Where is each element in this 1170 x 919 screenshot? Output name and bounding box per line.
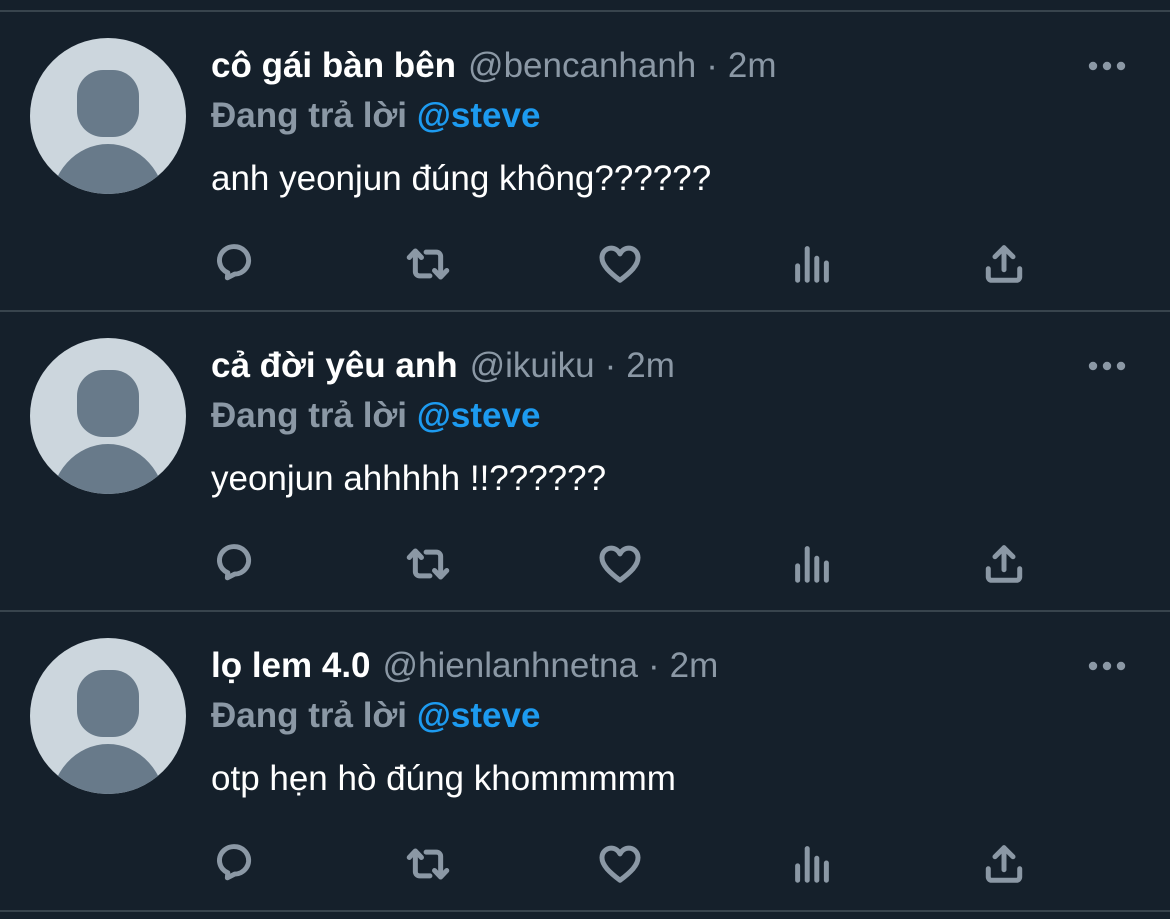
timestamp[interactable]: 2m <box>728 46 777 86</box>
default-avatar-icon[interactable] <box>30 638 186 794</box>
tweet-actions <box>0 234 1170 294</box>
like-icon <box>599 545 641 583</box>
analytics-button[interactable] <box>782 234 842 294</box>
like-button[interactable] <box>590 834 650 894</box>
analytics-icon <box>795 246 829 283</box>
tweet-text: otp hẹn hò đúng khommmmm <box>211 759 676 798</box>
user-handle[interactable]: @ikuiku <box>470 346 595 386</box>
default-avatar-icon[interactable] <box>30 338 186 494</box>
share-button[interactable] <box>974 234 1034 294</box>
replying-prefix: Đang trả lời <box>211 696 408 735</box>
display-name[interactable]: cô gái bàn bên <box>211 46 456 86</box>
like-icon <box>599 845 641 883</box>
tweet-text: anh yeonjun đúng không?????? <box>211 159 712 198</box>
retweet-button[interactable] <box>398 234 458 294</box>
more-options-icon[interactable] <box>1084 354 1130 378</box>
retweet-icon <box>406 248 450 280</box>
more-options-icon[interactable] <box>1084 54 1130 78</box>
display-name[interactable]: cả đời yêu anh <box>211 346 458 386</box>
replying-to: Đang trả lời @steve <box>211 694 540 738</box>
tweet[interactable]: lọ lem 4.0 @hienlanhnetna · 2m Đang trả … <box>0 612 1170 912</box>
retweet-button[interactable] <box>398 534 458 594</box>
replying-prefix: Đang trả lời <box>211 96 408 135</box>
tweet-actions <box>0 834 1170 894</box>
tweet-feed: cô gái bàn bên @bencanhanh · 2m Đang trả… <box>0 12 1170 912</box>
user-handle[interactable]: @bencanhanh <box>468 46 696 86</box>
analytics-button[interactable] <box>782 834 842 894</box>
user-handle[interactable]: @hienlanhnetna <box>383 646 638 686</box>
mention-link[interactable]: @steve <box>417 96 541 135</box>
more-options-icon[interactable] <box>1084 654 1130 678</box>
tweet-header: cô gái bàn bên @bencanhanh · 2m <box>211 42 777 90</box>
mention-link[interactable]: @steve <box>417 696 541 735</box>
reply-button[interactable] <box>206 534 266 594</box>
like-icon <box>599 245 641 283</box>
tweet-header: cả đời yêu anh @ikuiku · 2m <box>211 342 675 390</box>
share-icon <box>985 245 1023 283</box>
tweet-header: lọ lem 4.0 @hienlanhnetna · 2m <box>211 642 718 690</box>
mention-link[interactable]: @steve <box>417 396 541 435</box>
tweet-text: yeonjun ahhhhh !!?????? <box>211 459 607 498</box>
replying-to: Đang trả lời @steve <box>211 394 540 438</box>
analytics-icon <box>795 546 829 583</box>
retweet-icon <box>406 848 450 880</box>
reply-icon <box>217 844 252 881</box>
separator-dot: · <box>604 346 617 385</box>
reply-icon <box>217 244 252 281</box>
default-avatar-icon[interactable] <box>30 38 186 194</box>
timestamp[interactable]: 2m <box>626 346 675 386</box>
reply-button[interactable] <box>206 834 266 894</box>
display-name[interactable]: lọ lem 4.0 <box>211 646 371 686</box>
share-icon <box>985 845 1023 883</box>
reply-button[interactable] <box>206 234 266 294</box>
tweet[interactable]: cô gái bàn bên @bencanhanh · 2m Đang trả… <box>0 12 1170 312</box>
replying-to: Đang trả lời @steve <box>211 94 540 138</box>
share-icon <box>985 545 1023 583</box>
replying-prefix: Đang trả lời <box>211 396 408 435</box>
tweet[interactable]: cả đời yêu anh @ikuiku · 2m Đang trả lời… <box>0 312 1170 612</box>
timestamp[interactable]: 2m <box>670 646 719 686</box>
like-button[interactable] <box>590 534 650 594</box>
separator-dot: · <box>706 46 718 85</box>
separator-dot: · <box>648 646 660 685</box>
analytics-button[interactable] <box>782 534 842 594</box>
retweet-icon <box>406 548 450 580</box>
top-divider <box>0 0 1170 12</box>
retweet-button[interactable] <box>398 834 458 894</box>
like-button[interactable] <box>590 234 650 294</box>
reply-icon <box>217 544 252 581</box>
share-button[interactable] <box>974 834 1034 894</box>
tweet-actions <box>0 534 1170 594</box>
share-button[interactable] <box>974 534 1034 594</box>
analytics-icon <box>795 846 829 883</box>
